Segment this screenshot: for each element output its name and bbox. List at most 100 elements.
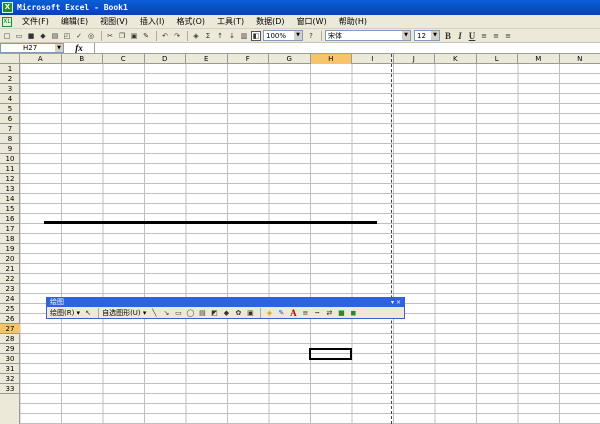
chevron-down-icon[interactable]: ▼ [55, 44, 63, 52]
underline-button[interactable]: U [467, 31, 477, 41]
row-header-2[interactable]: 2 [0, 74, 20, 84]
align-left-icon[interactable]: ≡ [479, 31, 489, 41]
arrow-icon[interactable]: ↘ [161, 308, 171, 318]
italic-button[interactable]: I [455, 31, 465, 41]
draw-menu-button[interactable]: 绘图(R) ▾ [50, 308, 80, 318]
row-header-6[interactable]: 6 [0, 114, 20, 124]
row-header-7[interactable]: 7 [0, 124, 20, 134]
row-header-10[interactable]: 10 [0, 154, 20, 164]
format-painter-icon[interactable]: ✎ [141, 31, 151, 41]
copy-icon[interactable]: ❐ [117, 31, 127, 41]
row-header-24[interactable]: 24 [0, 294, 20, 304]
name-box[interactable]: H27 ▼ [0, 43, 64, 53]
close-icon[interactable]: ▾ × [391, 298, 401, 307]
diagram-icon[interactable]: ◆ [221, 308, 231, 318]
menu-data[interactable]: 数据(D) [250, 16, 290, 27]
insert-function-icon[interactable]: fx [64, 43, 94, 53]
align-right-icon[interactable]: ≡ [503, 31, 513, 41]
font-size-combo[interactable]: 12 ▼ [414, 30, 440, 41]
chevron-down-icon[interactable]: ▼ [294, 31, 302, 40]
rectangle-icon[interactable]: ▭ [173, 308, 183, 318]
column-header-a[interactable]: A [20, 54, 62, 64]
drawn-line-shape[interactable] [44, 221, 377, 224]
row-header-17[interactable]: 17 [0, 224, 20, 234]
row-header-18[interactable]: 18 [0, 234, 20, 244]
picture-icon[interactable]: ▣ [245, 308, 255, 318]
autoshapes-menu-button[interactable]: 自选图形(U) ▾ [102, 308, 146, 318]
textbox-icon[interactable]: ▤ [197, 308, 207, 318]
row-header-22[interactable]: 22 [0, 274, 20, 284]
column-header-b[interactable]: B [62, 54, 103, 64]
column-header-k[interactable]: K [435, 54, 477, 64]
row-header-26[interactable]: 26 [0, 314, 20, 324]
row-header-9[interactable]: 9 [0, 144, 20, 154]
select-all-corner[interactable] [0, 54, 20, 64]
column-header-i[interactable]: I [352, 54, 394, 64]
column-header-e[interactable]: E [186, 54, 228, 64]
row-header-4[interactable]: 4 [0, 94, 20, 104]
hyperlink-icon[interactable]: ◈ [191, 31, 201, 41]
row-header-23[interactable]: 23 [0, 284, 20, 294]
font-name-combo[interactable]: 宋体 ▼ [325, 30, 411, 41]
row-header-27[interactable]: 27 [0, 324, 20, 334]
menu-window[interactable]: 窗口(W) [291, 16, 333, 27]
menu-file[interactable]: 文件(F) [16, 16, 55, 27]
row-header-5[interactable]: 5 [0, 104, 20, 114]
column-header-h[interactable]: H [310, 54, 352, 64]
column-header-n[interactable]: N [560, 54, 600, 64]
line-color-icon[interactable]: ✎ [276, 308, 286, 318]
chevron-down-icon[interactable]: ▼ [431, 31, 439, 40]
help-icon[interactable]: ? [306, 31, 316, 41]
column-header-g[interactable]: G [269, 54, 311, 64]
save-icon[interactable]: ■ [26, 31, 36, 41]
open-icon[interactable]: ▭ [14, 31, 24, 41]
3d-style-icon[interactable]: ◼ [348, 308, 358, 318]
chevron-down-icon[interactable]: ▼ [402, 31, 410, 40]
dash-style-icon[interactable]: ┅ [312, 308, 322, 318]
drawing-icon[interactable]: ◧ [251, 30, 261, 41]
column-header-f[interactable]: F [228, 54, 269, 64]
menu-insert[interactable]: 插入(I) [134, 16, 171, 27]
row-header-8[interactable]: 8 [0, 134, 20, 144]
fill-color-icon[interactable]: ◈ [264, 308, 274, 318]
line-icon[interactable]: ╲ [149, 308, 159, 318]
formula-input[interactable] [94, 43, 600, 53]
sort-descending-icon[interactable]: ↓ [227, 31, 237, 41]
paste-icon[interactable]: ▣ [129, 31, 139, 41]
row-header-13[interactable]: 13 [0, 184, 20, 194]
row-header-12[interactable]: 12 [0, 174, 20, 184]
menu-format[interactable]: 格式(O) [170, 16, 211, 27]
shadow-icon[interactable]: ■ [336, 308, 346, 318]
print-preview-icon[interactable]: ◰ [62, 31, 72, 41]
new-icon[interactable]: □ [2, 31, 12, 41]
row-header-16[interactable]: 16 [0, 214, 20, 224]
row-header-21[interactable]: 21 [0, 264, 20, 274]
bold-button[interactable]: B [443, 31, 453, 41]
column-header-d[interactable]: D [145, 54, 186, 64]
row-header-15[interactable]: 15 [0, 204, 20, 214]
autosum-icon[interactable]: Σ [203, 31, 213, 41]
chart-wizard-icon[interactable]: ▥ [239, 31, 249, 41]
row-header-3[interactable]: 3 [0, 84, 20, 94]
print-icon[interactable]: ▤ [50, 31, 60, 41]
row-header-1[interactable]: 1 [0, 64, 20, 74]
row-header-25[interactable]: 25 [0, 304, 20, 314]
align-center-icon[interactable]: ≡ [491, 31, 501, 41]
column-header-l[interactable]: L [477, 54, 518, 64]
cut-icon[interactable]: ✂ [105, 31, 115, 41]
oval-icon[interactable]: ◯ [185, 308, 195, 318]
row-header-30[interactable]: 30 [0, 354, 20, 364]
line-style-icon[interactable]: ≡ [300, 308, 310, 318]
workbook-icon[interactable]: XL [2, 16, 12, 27]
row-header-33[interactable]: 33 [0, 384, 20, 394]
redo-icon[interactable]: ↷ [172, 31, 182, 41]
select-objects-icon[interactable]: ↖ [83, 308, 93, 318]
row-header-28[interactable]: 28 [0, 334, 20, 344]
menu-tools[interactable]: 工具(T) [211, 16, 250, 27]
row-header-29[interactable]: 29 [0, 344, 20, 354]
sort-ascending-icon[interactable]: ↑ [215, 31, 225, 41]
permission-icon[interactable]: ◆ [38, 31, 48, 41]
menu-help[interactable]: 帮助(H) [333, 16, 373, 27]
wordart-icon[interactable]: ◩ [209, 308, 219, 318]
active-cell[interactable] [309, 348, 352, 360]
